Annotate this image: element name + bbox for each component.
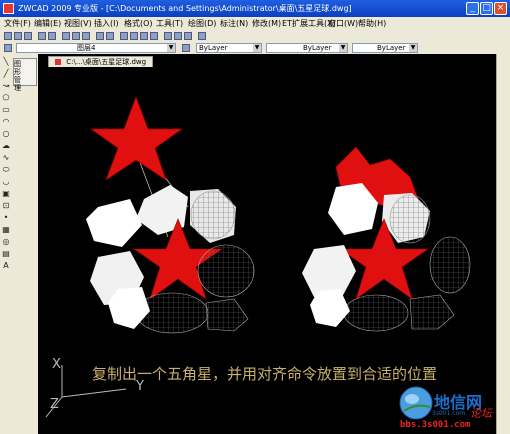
ucs-x-label: X bbox=[52, 357, 61, 372]
chevron-down-icon: ▼ bbox=[167, 44, 175, 52]
construction-line-icon[interactable]: ╱ bbox=[2, 70, 10, 78]
table-icon[interactable]: ▤ bbox=[2, 250, 10, 258]
layer-manager-icon[interactable] bbox=[4, 44, 12, 52]
copied-star bbox=[89, 95, 184, 182]
gridded-face bbox=[205, 298, 249, 332]
site-watermark: 地信网 3s001.com 论坛 bbs.3s001.com bbox=[398, 383, 496, 434]
zoom-previous-icon[interactable] bbox=[150, 32, 158, 40]
drawing-manager-dock bbox=[12, 54, 39, 434]
hexagon-face bbox=[310, 289, 350, 327]
right-star-ball bbox=[302, 146, 471, 332]
cut-icon[interactable] bbox=[62, 32, 70, 40]
ellipse-icon[interactable]: ⬭ bbox=[2, 166, 10, 174]
redo-icon[interactable] bbox=[106, 32, 114, 40]
save-icon[interactable] bbox=[24, 32, 32, 40]
zwcad-window: ZWCAD 2009 专业版 - [C:\Documents and Setti… bbox=[0, 0, 510, 434]
lineweight-select[interactable]: ByLayer ▼ bbox=[352, 43, 418, 53]
lineweight-value: ByLayer bbox=[377, 44, 406, 52]
spline-icon[interactable]: ∿ bbox=[2, 154, 10, 162]
document-tab-label: C:\...\桌面\五星足球.dwg bbox=[66, 58, 147, 66]
gridded-face bbox=[389, 194, 431, 244]
menu-help[interactable]: 帮助(H) bbox=[358, 18, 386, 29]
ucs-z-label: Z bbox=[50, 397, 59, 412]
tool-palette-icon[interactable] bbox=[184, 32, 192, 40]
chevron-down-icon: ▼ bbox=[253, 44, 261, 52]
title-bar: ZWCAD 2009 专业版 - [C:\Documents and Setti… bbox=[0, 0, 510, 17]
copy-icon[interactable] bbox=[72, 32, 80, 40]
drawing-manager-label: 图形管理 bbox=[14, 60, 21, 92]
hatch-icon[interactable]: ▦ bbox=[2, 226, 10, 234]
menu-edit[interactable]: 编辑(E) bbox=[34, 18, 61, 29]
make-layer-current-icon[interactable] bbox=[182, 44, 190, 52]
color-value: ByLayer bbox=[199, 44, 228, 52]
print-icon[interactable] bbox=[38, 32, 46, 40]
watermark-subtitle: 论坛 bbox=[470, 407, 492, 420]
paste-icon[interactable] bbox=[82, 32, 90, 40]
modify-toolbar bbox=[496, 54, 510, 434]
maximize-button[interactable]: □ bbox=[480, 2, 493, 15]
menu-format[interactable]: 格式(O) bbox=[124, 18, 153, 29]
revision-cloud-icon[interactable]: ☁ bbox=[2, 142, 10, 150]
chevron-down-icon: ▼ bbox=[339, 44, 347, 52]
properties-icon[interactable] bbox=[164, 32, 172, 40]
watermark-domain: 3s001.com bbox=[432, 410, 466, 417]
arc-icon[interactable]: ◠ bbox=[2, 118, 10, 126]
make-block-icon[interactable]: ⊡ bbox=[2, 202, 10, 210]
app-icon bbox=[3, 3, 14, 14]
minimize-button[interactable]: _ bbox=[466, 2, 479, 15]
close-button[interactable]: × bbox=[494, 2, 507, 15]
color-select[interactable]: ByLayer ▼ bbox=[196, 43, 262, 53]
gridded-face bbox=[429, 236, 471, 294]
dwg-file-icon bbox=[55, 59, 61, 65]
polyline-icon[interactable]: ↝ bbox=[2, 82, 10, 90]
menu-view[interactable]: 视图(V) bbox=[64, 18, 92, 29]
zoom-window-icon[interactable] bbox=[140, 32, 148, 40]
zoom-icon[interactable] bbox=[130, 32, 138, 40]
globe-logo-icon bbox=[399, 386, 433, 420]
drawing-area[interactable]: C:\...\桌面\五星足球.dwg X Y Z 复制出一个五角星，并用对齐命令… bbox=[38, 54, 496, 434]
window-title: ZWCAD 2009 专业版 - [C:\Documents and Setti… bbox=[18, 4, 352, 13]
circle-icon[interactable]: ○ bbox=[2, 130, 10, 138]
menu-draw[interactable]: 绘图(D) bbox=[188, 18, 216, 29]
watermark-url: bbs.3s001.com bbox=[400, 420, 471, 430]
point-icon[interactable]: • bbox=[2, 214, 10, 222]
insert-block-icon[interactable]: ▣ bbox=[2, 190, 10, 198]
left-star-ball bbox=[86, 95, 255, 334]
hexagon-face bbox=[86, 199, 142, 247]
text-icon[interactable]: A bbox=[2, 262, 10, 270]
gridded-face bbox=[190, 190, 236, 240]
chevron-down-icon: ▼ bbox=[409, 44, 417, 52]
preview-icon[interactable] bbox=[48, 32, 56, 40]
linetype-value: ByLayer bbox=[303, 44, 332, 52]
menu-insert[interactable]: 插入(I) bbox=[94, 18, 119, 29]
open-file-icon[interactable] bbox=[14, 32, 22, 40]
help-icon[interactable] bbox=[198, 32, 206, 40]
layer-value: 图层4 bbox=[77, 44, 96, 52]
layer-select[interactable]: 图层4 ▼ bbox=[16, 43, 176, 53]
gridded-face bbox=[409, 294, 455, 330]
menu-file[interactable]: 文件(F) bbox=[4, 18, 31, 29]
gridded-face bbox=[343, 294, 409, 332]
menu-modify[interactable]: 修改(M) bbox=[252, 18, 281, 29]
model-space-canvas[interactable]: X Y Z 复制出一个五角星，并用对齐命令放置到合适的位置 地信网 3s001.… bbox=[38, 67, 496, 434]
ucs-y-axis bbox=[61, 388, 127, 398]
menu-tools[interactable]: 工具(T) bbox=[156, 18, 183, 29]
new-file-icon[interactable] bbox=[4, 32, 12, 40]
ellipse-arc-icon[interactable]: ◡ bbox=[2, 178, 10, 186]
gridded-face bbox=[197, 244, 255, 298]
linetype-select[interactable]: ByLayer ▼ bbox=[266, 43, 348, 53]
menu-window[interactable]: 窗口(W) bbox=[328, 18, 358, 29]
polygon-icon[interactable]: ⬠ bbox=[2, 94, 10, 102]
tutorial-caption: 复制出一个五角星，并用对齐命令放置到合适的位置 bbox=[92, 365, 438, 383]
region-icon[interactable]: ◎ bbox=[2, 238, 10, 246]
rectangle-icon[interactable]: ▭ bbox=[2, 106, 10, 114]
menu-dimension[interactable]: 标注(N) bbox=[220, 18, 248, 29]
menu-bar: 文件(F) 编辑(E) 视图(V) 插入(I) 格式(O) 工具(T) 绘图(D… bbox=[0, 17, 510, 30]
line-icon[interactable]: ╲ bbox=[2, 58, 10, 66]
document-tab[interactable]: C:\...\桌面\五星足球.dwg bbox=[48, 56, 154, 67]
design-center-icon[interactable] bbox=[174, 32, 182, 40]
pan-icon[interactable] bbox=[120, 32, 128, 40]
undo-icon[interactable] bbox=[96, 32, 104, 40]
